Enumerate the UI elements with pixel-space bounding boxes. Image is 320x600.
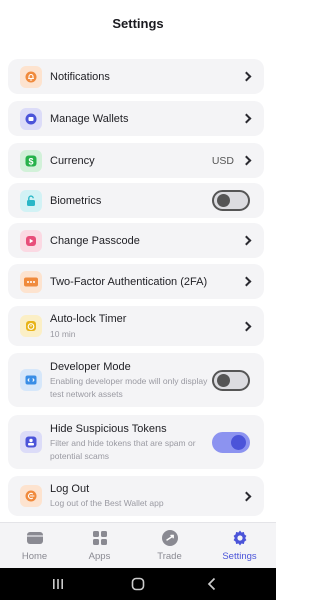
wallet-icon [20, 107, 42, 130]
row-label: Two-Factor Authentication (2FA) [50, 275, 208, 288]
system-nav-bar [0, 568, 276, 600]
timer-icon [20, 315, 42, 337]
chevron-right-icon [241, 276, 252, 287]
dots-icon [20, 270, 42, 293]
chevron-right-icon [241, 491, 252, 501]
row-label: Log Out [50, 483, 90, 495]
dollar-icon: $ [20, 149, 42, 172]
row-label: Developer Mode [50, 361, 131, 373]
svg-text:$: $ [28, 156, 33, 166]
tab-home[interactable]: Home [0, 527, 69, 567]
passcode-icon [20, 229, 42, 252]
tab-label: Settings [222, 551, 257, 562]
toggle-knob [231, 434, 246, 450]
tab-apps[interactable]: Apps [65, 527, 134, 567]
chevron-right-icon [241, 235, 252, 246]
settings-screen: Settings Notifications Manage Wallets $ … [0, 0, 276, 600]
wallet-card-icon [26, 529, 44, 547]
hide-suspicious-toggle[interactable] [212, 431, 250, 453]
tab-label: Home [21, 551, 48, 562]
row-sublabel: Log out of the Best Wallet app [50, 498, 164, 508]
row-label: Hide Suspicious Tokens [50, 423, 167, 435]
settings-row-biometrics: Biometrics [8, 183, 264, 218]
bell-icon [20, 65, 42, 88]
row-label: Notifications [50, 70, 110, 83]
row-sublabel: 10 min [50, 329, 76, 339]
tab-label: Trade [157, 551, 182, 562]
row-sublabel: Filter and hide tokens that are spam or … [50, 438, 196, 461]
row-label: Currency [50, 154, 95, 167]
back-button[interactable] [192, 574, 232, 594]
developer-mode-toggle[interactable] [212, 369, 250, 391]
gear-icon [231, 529, 249, 547]
row-label: Auto-lock Timer [50, 313, 127, 325]
settings-row-developer-mode: Developer Mode Enabling developer mode w… [8, 353, 264, 407]
currency-value: USD [211, 154, 234, 167]
settings-row-hide-suspicious: Hide Suspicious Tokens Filter and hide t… [8, 415, 264, 469]
settings-row-currency[interactable]: $ Currency USD [8, 143, 264, 178]
tab-trade[interactable]: Trade [135, 527, 204, 567]
home-button[interactable] [118, 574, 158, 594]
tab-settings[interactable]: Settings [205, 527, 274, 567]
chevron-right-icon [241, 113, 252, 124]
row-sublabel: Enabling developer mode will only displa… [50, 376, 208, 399]
code-icon [20, 369, 42, 391]
toggle-knob [217, 373, 230, 387]
settings-row-change-passcode[interactable]: Change Passcode [8, 223, 264, 258]
chevron-right-icon [241, 155, 252, 166]
settings-row-2fa[interactable]: Two-Factor Authentication (2FA) [8, 264, 264, 299]
settings-row-manage-wallets[interactable]: Manage Wallets [8, 101, 264, 136]
page-title: Settings [112, 16, 164, 31]
chevron-right-icon [241, 321, 252, 331]
row-label: Biometrics [50, 194, 102, 207]
row-label: Change Passcode [50, 234, 140, 247]
trade-icon [161, 529, 179, 547]
logout-icon [20, 485, 42, 507]
settings-row-log-out[interactable]: Log Out Log out of the Best Wallet app [8, 476, 264, 516]
lock-icon [20, 189, 42, 212]
grid-icon [91, 529, 109, 547]
settings-row-notifications[interactable]: Notifications [8, 59, 264, 94]
shield-icon [20, 431, 42, 453]
recents-button[interactable] [38, 574, 78, 594]
settings-row-auto-lock[interactable]: Auto-lock Timer 10 min [8, 306, 264, 346]
row-label: Manage Wallets [50, 112, 129, 125]
biometrics-toggle[interactable] [212, 190, 250, 211]
chevron-right-icon [241, 71, 252, 82]
bottom-tab-bar: Home Apps Trade Settings [0, 522, 276, 568]
tab-label: Apps [88, 551, 111, 562]
toggle-knob [217, 194, 230, 207]
